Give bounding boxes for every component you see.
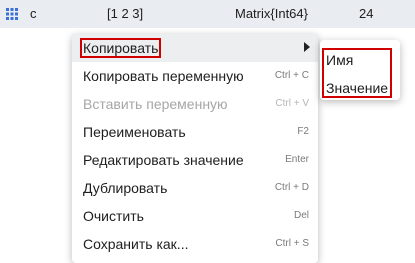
- menu-item-copy[interactable]: Копировать: [72, 34, 318, 62]
- variable-value: [1 2 3]: [107, 6, 144, 21]
- menu-item-shortcut: Ctrl + D: [274, 182, 309, 193]
- menu-item-save-as[interactable]: Сохранить как... Ctrl + S: [72, 230, 318, 258]
- menu-item-label: Переименовать: [83, 124, 186, 140]
- menu-item-label: Вставить переменную: [83, 96, 228, 112]
- highlight-outline: [80, 38, 161, 58]
- submenu-arrow-icon: [304, 42, 310, 52]
- grid-icon: [6, 8, 18, 20]
- menu-item-label: Дублировать: [83, 180, 168, 196]
- menu-item-label: Копировать переменную: [83, 68, 244, 84]
- copy-submenu: Имя Значение: [320, 40, 400, 100]
- menu-item-shortcut: Del: [293, 210, 309, 221]
- menu-item-shortcut: Enter: [285, 154, 309, 165]
- menu-item-shortcut: Ctrl + V: [275, 98, 309, 109]
- menu-item-rename[interactable]: Переименовать F2: [72, 118, 318, 146]
- menu-item-duplicate[interactable]: Дублировать Ctrl + D: [72, 174, 318, 202]
- menu-item-copy-variable[interactable]: Копировать переменную Ctrl + C: [72, 62, 318, 90]
- variable-name: c: [30, 6, 37, 21]
- menu-item-edit-value[interactable]: Редактировать значение Enter: [72, 146, 318, 174]
- context-menu: Копировать Копировать переменную Ctrl + …: [72, 34, 318, 263]
- menu-item-shortcut: Ctrl + C: [274, 70, 309, 81]
- menu-item-label: Редактировать значение: [83, 152, 244, 168]
- variable-row[interactable]: c [1 2 3] Matrix{Int64} 24: [0, 0, 415, 28]
- menu-item-label: Очистить: [83, 208, 144, 224]
- menu-item-paste-variable: Вставить переменную Ctrl + V: [72, 90, 318, 118]
- variable-type: Matrix{Int64}: [235, 6, 308, 21]
- menu-item-label: Сохранить как...: [83, 236, 189, 252]
- highlight-outline: [322, 48, 392, 98]
- menu-item-shortcut: Ctrl + S: [275, 238, 309, 249]
- variable-size: 24: [359, 6, 374, 21]
- menu-item-clear[interactable]: Очистить Del: [72, 202, 318, 230]
- menu-item-shortcut: F2: [297, 126, 309, 137]
